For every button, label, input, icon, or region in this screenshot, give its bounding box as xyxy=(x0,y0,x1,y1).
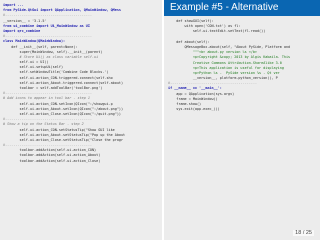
code-panel-right: def showGUI(self): with open('CON.txt') … xyxy=(164,16,320,240)
code-line: sys.exit(app.exec_()) xyxy=(168,107,220,112)
code-line: toolbar.addAction(self.ui.action_Close) xyxy=(3,158,101,163)
page-number: 18 / 25 xyxy=(293,230,314,236)
slide-title: Example #5 - Alternative xyxy=(164,0,320,16)
code-panel-left: import ... from PySide.QtGui import QAppl… xyxy=(0,0,162,240)
